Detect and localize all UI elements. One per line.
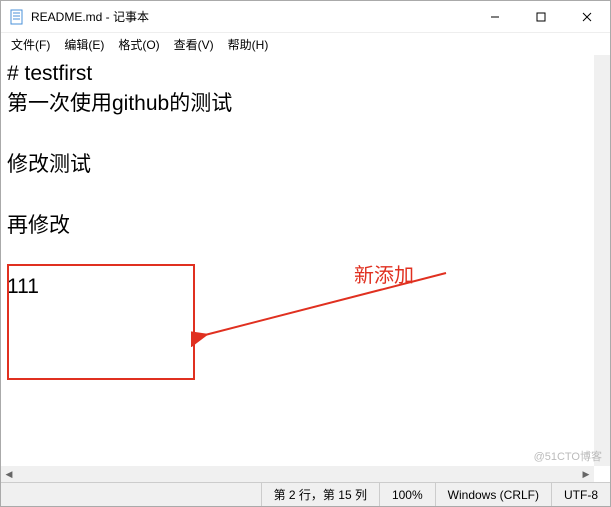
- titlebar[interactable]: README.md - 记事本: [1, 1, 610, 33]
- scrollbar-horizontal[interactable]: ◀ ▶: [1, 466, 594, 482]
- editor-area: # testfirst 第一次使用github的测试 修改测试 再修改 111 …: [1, 55, 610, 482]
- status-zoom: 100%: [379, 483, 435, 506]
- text-line: 修改测试: [7, 153, 91, 176]
- app-icon: [9, 9, 25, 25]
- text-line: 第一次使用github的测试: [7, 92, 232, 115]
- text-line: 111: [7, 275, 39, 298]
- menu-edit[interactable]: 编辑(E): [58, 34, 110, 55]
- status-position: 第 2 行，第 15 列: [261, 483, 379, 506]
- scroll-left-icon[interactable]: ◀: [1, 466, 17, 482]
- scrollbar-vertical[interactable]: [594, 55, 610, 466]
- menu-view[interactable]: 查看(V): [168, 34, 220, 55]
- menu-file[interactable]: 文件(F): [5, 34, 56, 55]
- close-button[interactable]: [564, 1, 610, 32]
- text-line: 再修改: [7, 214, 70, 237]
- notepad-window: README.md - 记事本 文件(F) 编辑(E) 格式(O) 查看(V) …: [0, 0, 611, 507]
- window-controls: [472, 1, 610, 32]
- statusbar: 第 2 行，第 15 列 100% Windows (CRLF) UTF-8: [1, 482, 610, 506]
- status-line-ending: Windows (CRLF): [435, 483, 551, 506]
- maximize-button[interactable]: [518, 1, 564, 32]
- menu-format[interactable]: 格式(O): [112, 34, 165, 55]
- menubar: 文件(F) 编辑(E) 格式(O) 查看(V) 帮助(H): [1, 33, 610, 55]
- window-title: README.md - 记事本: [31, 8, 472, 25]
- menu-help[interactable]: 帮助(H): [222, 34, 275, 55]
- text-line: # testfirst: [7, 62, 92, 85]
- scroll-right-icon[interactable]: ▶: [578, 466, 594, 482]
- minimize-button[interactable]: [472, 1, 518, 32]
- text-content[interactable]: # testfirst 第一次使用github的测试 修改测试 再修改 111: [1, 55, 594, 466]
- status-encoding: UTF-8: [551, 483, 610, 506]
